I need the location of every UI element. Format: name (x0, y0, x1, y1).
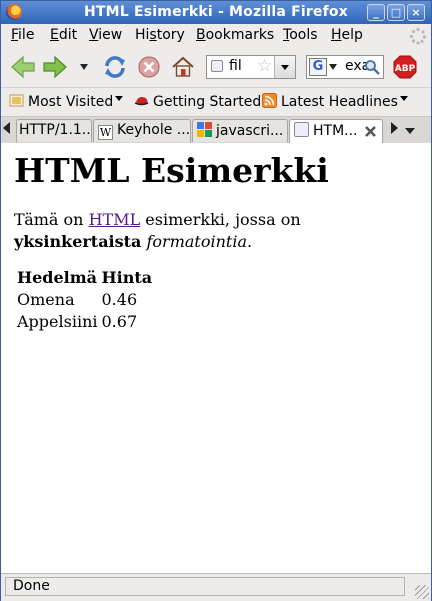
reload-icon[interactable] (101, 53, 129, 81)
close-tab-icon[interactable] (364, 125, 377, 138)
tab-http[interactable]: HTTP/1.1... (16, 119, 92, 142)
table-row: Omena 0.46 (15, 289, 154, 311)
forward-arrow-icon[interactable] (41, 53, 69, 81)
bookmarks-toolbar: Most Visited Getting Started Latest Head… (1, 88, 431, 117)
url-bar[interactable]: fil ☆ (206, 55, 296, 79)
search-engine-google-icon[interactable]: G (309, 58, 327, 76)
html-link[interactable]: HTML (89, 210, 141, 229)
tab-keyhole[interactable]: W Keyhole ... (93, 119, 191, 142)
google-favicon-icon (197, 122, 212, 137)
search-engine-dropdown-icon[interactable] (329, 64, 337, 70)
bookmark-star-icon[interactable]: ☆ (257, 56, 272, 76)
page-paragraph: Tämä on HTML esimerkki, jossa on yksinker… (14, 210, 301, 251)
table-header-cell: Hedelmä (17, 268, 98, 287)
home-icon[interactable] (169, 53, 197, 81)
tab-bar: HTTP/1.1... W Keyhole ... javascri... HTM… (1, 117, 431, 144)
menu-help[interactable]: Help (331, 27, 363, 43)
maximize-button[interactable]: □ (387, 4, 405, 21)
table-cell: Omena (17, 290, 75, 309)
table-row: Appelsiini 0.67 (15, 311, 154, 333)
page-content: HTML Esimerkki Tämä on HTML esimerkki, j… (1, 143, 431, 573)
chevron-down-icon (399, 96, 408, 105)
status-bar: Done (1, 573, 431, 601)
url-text: fil (229, 58, 242, 74)
tab-label: Keyhole ... (117, 122, 191, 138)
svg-text:ABP: ABP (395, 64, 416, 74)
italic-text: formatointia (146, 232, 247, 251)
chevron-down-icon (115, 96, 124, 105)
table-cell: Appelsiini (17, 312, 98, 331)
bold-text: yksinkertaista (14, 232, 142, 251)
bookmark-getting-started[interactable]: Getting Started (134, 93, 261, 110)
tab-label: HTM... (313, 123, 358, 139)
menu-edit[interactable]: Edit (50, 27, 77, 43)
navigation-toolbar: fil ☆ G exa ABP (1, 47, 431, 88)
redhat-icon (134, 97, 149, 106)
tab-label: javascri... (216, 123, 284, 139)
adblock-plus-icon[interactable]: ABP (393, 55, 417, 79)
table-header-cell: Hinta (101, 268, 153, 287)
bookmark-latest-headlines[interactable]: Latest Headlines (262, 93, 408, 110)
bookmark-most-visited[interactable]: Most Visited (9, 93, 124, 110)
tab-scroll-right-icon[interactable] (391, 122, 398, 134)
site-favicon-icon (211, 60, 223, 72)
close-window-button[interactable]: × (407, 4, 425, 21)
page-favicon-icon (294, 122, 309, 137)
menu-tools[interactable]: Tools (283, 27, 318, 43)
menu-bar: File Edit View History Bookmarks Tools H… (1, 24, 431, 47)
tab-javascript[interactable]: javascri... (192, 119, 288, 142)
url-dropdown-button[interactable] (274, 56, 295, 78)
wikipedia-icon: W (98, 125, 113, 140)
menu-bookmarks[interactable]: Bookmarks (196, 27, 274, 43)
search-magnifier-icon[interactable] (364, 59, 381, 76)
tab-html-esimerkki[interactable]: HTM... (289, 119, 383, 144)
fruit-price-table: Hedelmä Hinta Omena 0.46 Appelsiini 0.67 (15, 267, 154, 333)
folder-icon (9, 94, 24, 107)
status-text: Done (5, 577, 405, 596)
menu-history[interactable]: History (135, 27, 185, 43)
menu-file[interactable]: File (11, 27, 34, 43)
tab-scroll-left-icon[interactable] (3, 122, 10, 134)
page-heading: HTML Esimerkki (14, 151, 329, 190)
rss-feed-icon (262, 93, 277, 108)
table-cell: 0.67 (101, 312, 138, 331)
history-dropdown-icon[interactable] (79, 63, 89, 71)
search-bar[interactable]: G exa (306, 55, 384, 79)
all-tabs-dropdown-icon[interactable] (405, 128, 415, 139)
table-cell: 0.46 (101, 290, 138, 309)
throbber-icon (409, 27, 427, 45)
minimize-button[interactable]: _ (367, 4, 385, 21)
browser-window: HTML Esimerkki - Mozilla Firefox _ □ × F… (0, 0, 432, 601)
title-bar: HTML Esimerkki - Mozilla Firefox _ □ × (1, 1, 431, 24)
table-header-row: Hedelmä Hinta (15, 267, 154, 289)
tab-label: HTTP/1.1... (19, 122, 92, 138)
resize-grip-icon[interactable] (415, 585, 429, 599)
back-arrow-icon[interactable] (9, 53, 37, 81)
stop-icon[interactable] (135, 53, 163, 81)
menu-view[interactable]: View (89, 27, 122, 43)
